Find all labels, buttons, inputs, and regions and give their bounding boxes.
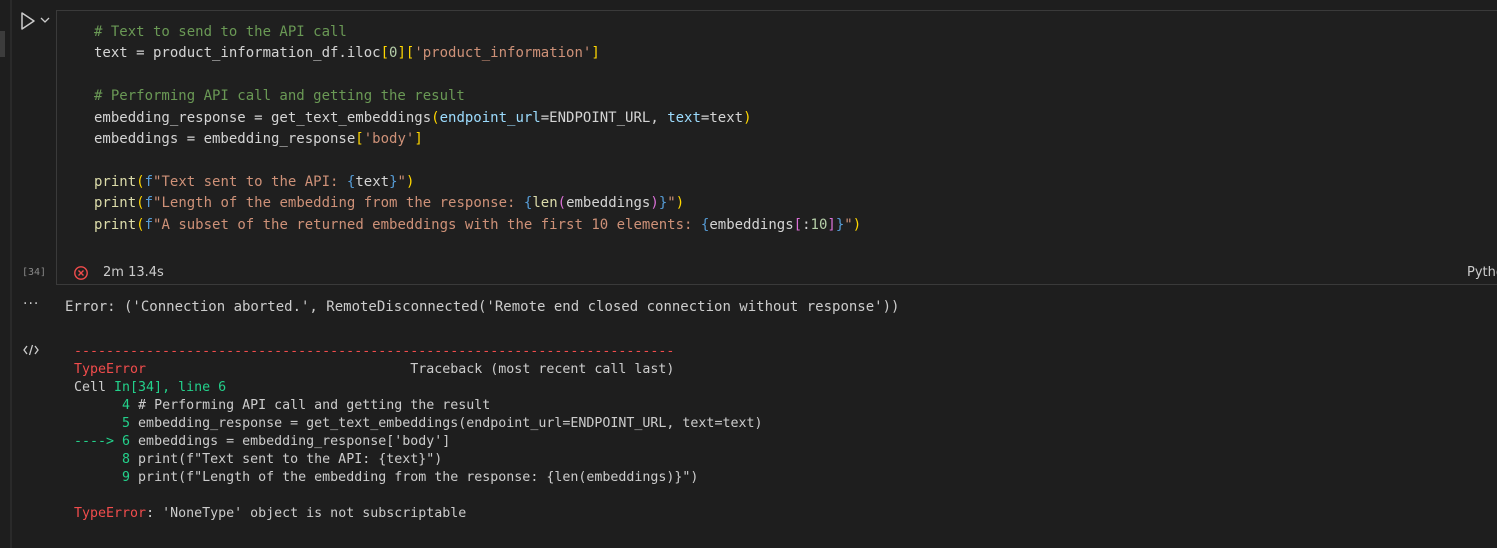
code-token: embedding_response = get_text_embeddings… (130, 416, 763, 431)
code-token: ) (743, 109, 752, 126)
code-token: Traceback (most recent call last) (146, 362, 675, 377)
code-token: ----------------------------------------… (74, 344, 675, 359)
code-token: ( (136, 173, 145, 190)
error-circle-icon (74, 266, 88, 280)
code-token: ) (675, 195, 685, 212)
code-line: embeddings = embedding_response['body'] (94, 129, 423, 150)
execution-duration: 2m 13.4s (103, 265, 164, 280)
code-token: =text (700, 109, 744, 126)
code-token: [ (355, 131, 364, 147)
code-token: ] (414, 131, 423, 147)
code-token: print (94, 173, 137, 190)
cell-edge (10, 0, 12, 548)
code-token: : 'NoneType' object is not subscriptable (146, 506, 467, 521)
traceback-line: Cell In[34], line 6 (74, 379, 226, 397)
code-line: text = product_information_df.iloc[0]['p… (94, 43, 600, 64)
code-token: } (658, 195, 668, 212)
code-token: embeddings (709, 216, 794, 233)
cell-focus-indicator (0, 31, 5, 57)
code-token: TypeError (74, 506, 147, 521)
code-token: " (397, 173, 406, 190)
code-token: "A subset of the returned embeddings wit… (153, 216, 701, 233)
code-token: endpoint_url (439, 109, 541, 126)
code-token: } (389, 173, 398, 190)
chevron-down-icon[interactable] (39, 14, 51, 26)
code-token: print (94, 216, 137, 233)
code-token: text (355, 173, 390, 190)
code-token: In[34], line 6 (114, 380, 227, 395)
traceback-line: 8 print(f"Text sent to the API: {text}") (74, 451, 442, 469)
play-icon[interactable] (19, 11, 37, 31)
code-token: print(f"Length of the embedding from the… (130, 470, 699, 485)
code-token: [ (380, 45, 390, 62)
code-token: embeddings = embedding_response['body'] (130, 434, 451, 449)
code-token: text = product_information_df.iloc (94, 45, 381, 62)
code-token: embedding_response = get_text_embeddings (94, 109, 432, 126)
code-token: ( (136, 195, 145, 212)
language-selector[interactable]: Python (1467, 264, 1497, 282)
code-token: # Performing API call and getting the re… (130, 398, 491, 413)
code-token: # Text to send to the API call (94, 24, 347, 40)
code-line: print(f"Text sent to the API: {text}") (94, 172, 414, 193)
code-token: ) (650, 195, 659, 212)
code-token: f (144, 216, 154, 233)
code-token: embeddings = embedding_response (94, 131, 356, 147)
code-token: f (144, 195, 154, 212)
code-token: ----> 6 (74, 434, 131, 449)
code-token: f (144, 173, 154, 190)
code-token: ) (405, 173, 415, 190)
code-line: embedding_response = get_text_embeddings… (94, 108, 752, 129)
code-line: # Performing API call and getting the re… (94, 86, 465, 107)
code-token: # Performing API call and getting the re… (94, 88, 465, 105)
traceback-line: 4 # Performing API call and getting the … (74, 397, 490, 415)
code-token: text (667, 109, 701, 126)
code-token: ] (397, 45, 406, 62)
code-icon[interactable] (23, 343, 39, 357)
code-token: 10 (810, 216, 828, 233)
more-actions-button[interactable]: ··· (23, 297, 39, 311)
traceback-line: 9 print(f"Length of the embedding from t… (74, 469, 698, 487)
execution-count: [34] (22, 267, 47, 278)
code-token: ] (827, 216, 836, 233)
code-token: 9 (74, 470, 131, 485)
traceback-line: TypeError: 'NoneType' object is not subs… (74, 505, 466, 523)
traceback-line: ----------------------------------------… (74, 343, 674, 361)
code-token: [ (793, 216, 803, 233)
traceback-line: TypeError Traceback (most recent call la… (74, 361, 674, 379)
output-error-line: Error: ('Connection aborted.', RemoteDis… (65, 299, 900, 315)
code-token: Cell (74, 380, 115, 395)
code-token: ( (136, 216, 145, 233)
code-line: # Text to send to the API call (94, 22, 347, 43)
traceback-line: ----> 6 embeddings = embedding_response[… (74, 433, 450, 451)
code-token: embeddings (566, 195, 651, 212)
code-token: 4 (74, 398, 131, 413)
code-token: =ENDPOINT_URL, (540, 109, 668, 126)
code-line: print(f"A subset of the returned embeddi… (94, 215, 861, 236)
code-token: 'product_information' (414, 45, 592, 62)
code-token: print(f"Text sent to the API: {text}") (130, 452, 443, 467)
code-token: : (802, 216, 811, 233)
code-token: ( (557, 195, 567, 212)
code-token: "Length of the embedding from the respon… (153, 195, 524, 212)
code-token: ] (591, 45, 600, 62)
code-token: print (94, 195, 137, 212)
code-token: 'body' (363, 131, 415, 147)
code-token: " (844, 216, 853, 233)
traceback-line: 5 embedding_response = get_text_embeddin… (74, 415, 762, 433)
code-token: TypeError (74, 362, 147, 377)
code-line: print(f"Length of the embedding from the… (94, 193, 684, 214)
code-token: 8 (74, 452, 131, 467)
code-token: 5 (74, 416, 131, 431)
code-token: "Text sent to the API: (153, 173, 347, 190)
code-token: len (532, 195, 558, 212)
code-token: } (835, 216, 845, 233)
code-token: " (667, 195, 676, 212)
code-token: ( (431, 109, 440, 126)
code-token: ) (852, 216, 862, 233)
